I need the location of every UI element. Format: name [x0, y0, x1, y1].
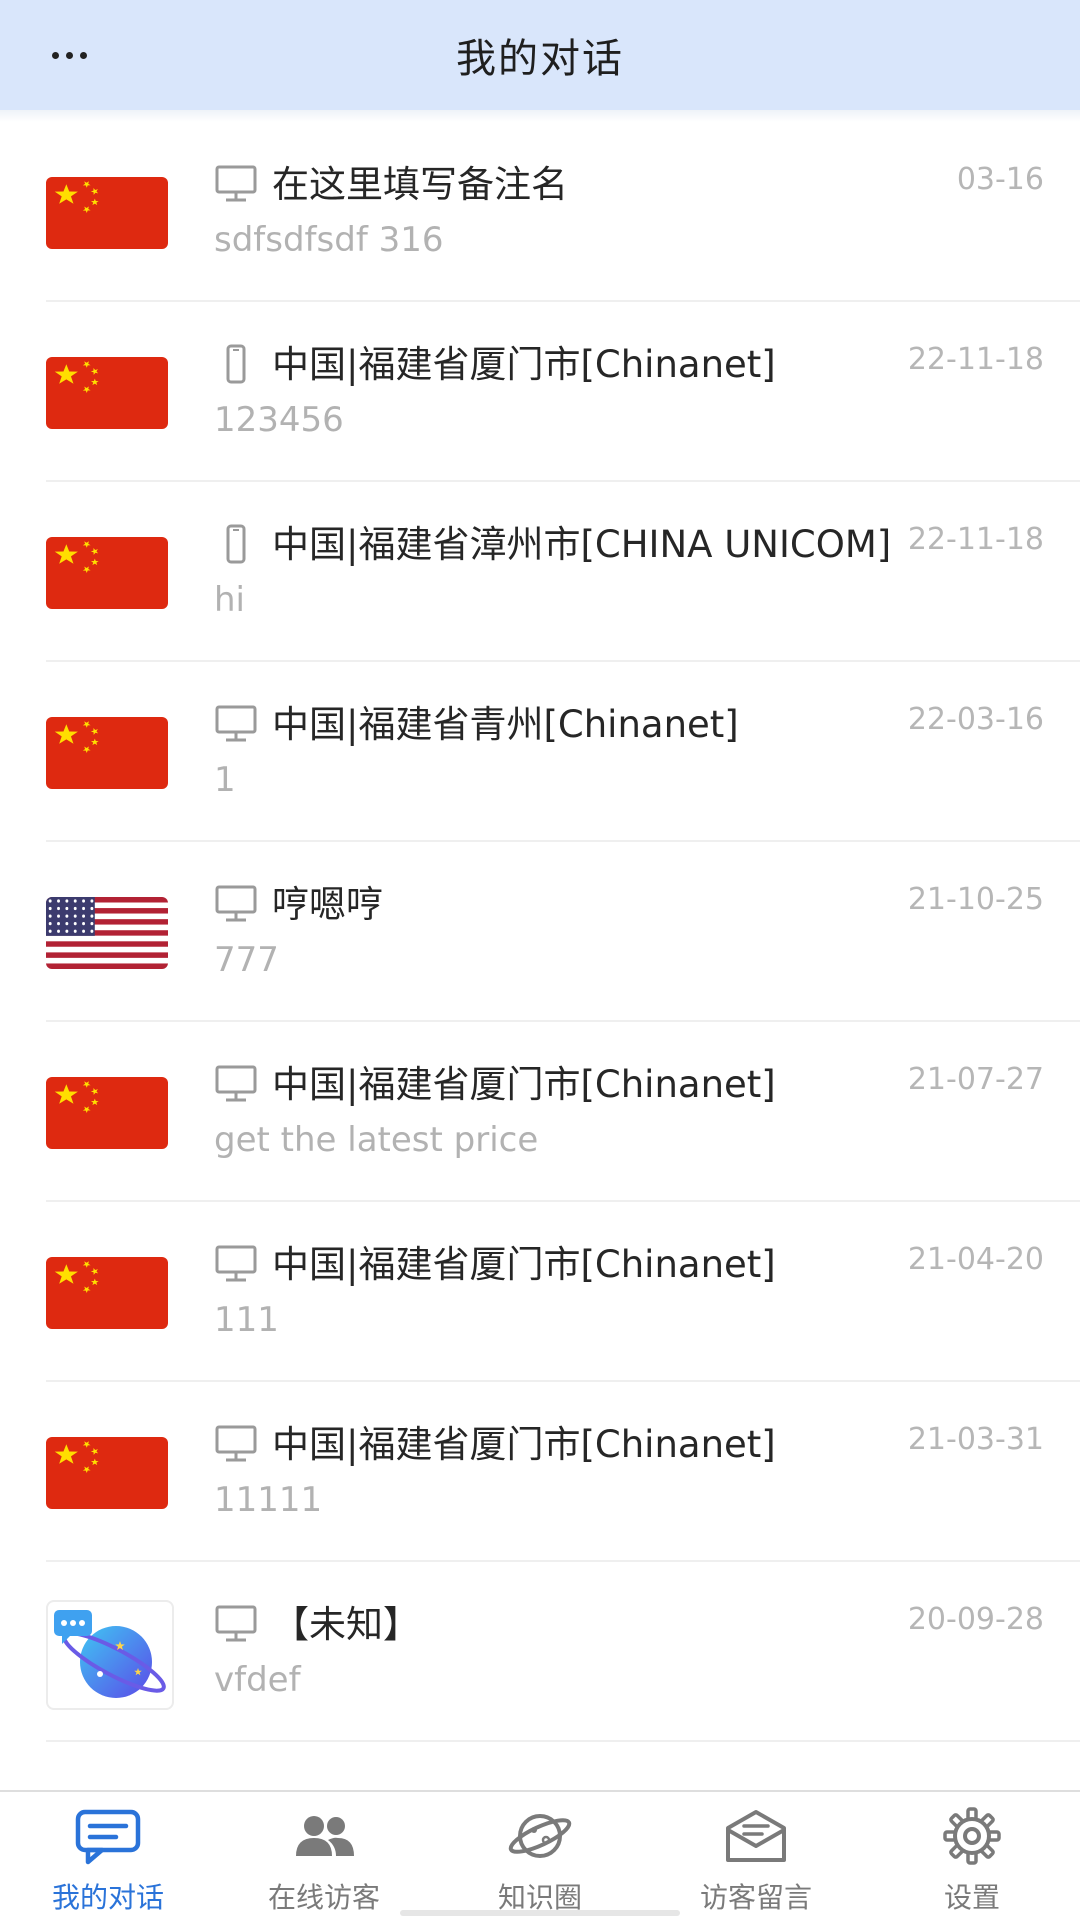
conversation-title: 中国|福建省厦门市[Chinanet]	[272, 1243, 776, 1286]
conversation-title: 中国|福建省厦门市[Chinanet]	[272, 1423, 776, 1466]
tab-gear[interactable]: 设置	[864, 1792, 1080, 1920]
tab-chat-bubble[interactable]: 我的对话	[0, 1792, 216, 1920]
users-icon	[288, 1806, 360, 1866]
bottom-tab-bar: 我的对话 在线访客 知识圈 访客留言 设置	[0, 1790, 1080, 1920]
header-bar: 我的对话	[0, 0, 1080, 110]
conversation-time: 20-09-28	[903, 1602, 1044, 1637]
mobile-phone-icon	[214, 524, 258, 564]
ellipsis-dot	[65, 51, 73, 59]
app-screen: 我的对话 在这里填写备注名 03-16 sdfsdfsdf 316 中国|福建省厦门…	[0, 0, 1080, 1920]
conversation-last-message: 1	[214, 760, 236, 800]
tab-envelope[interactable]: 访客留言	[648, 1792, 864, 1920]
gear-icon	[936, 1806, 1008, 1866]
conversation-last-message: 123456	[214, 400, 344, 440]
china-flag-icon	[46, 177, 168, 249]
desktop-monitor-icon	[214, 1604, 258, 1644]
conversation-time: 22-11-18	[903, 342, 1044, 377]
conversation-row[interactable]: 中国|福建省厦门市[Chinanet] 22-11-18 123456	[0, 302, 1080, 482]
desktop-monitor-icon	[214, 1064, 258, 1104]
china-flag-icon	[46, 1257, 168, 1329]
conversation-row[interactable]: 中国|福建省漳州市[CHINA UNICOM] 22-11-18 hi	[0, 482, 1080, 662]
home-indicator	[400, 1910, 680, 1916]
desktop-monitor-icon	[214, 1424, 258, 1464]
header-shadow	[0, 110, 1080, 122]
tab-planet[interactable]: 知识圈	[432, 1792, 648, 1920]
conversation-title: 中国|福建省漳州市[CHINA UNICOM]	[272, 523, 892, 566]
conversation-list[interactable]: 在这里填写备注名 03-16 sdfsdfsdf 316 中国|福建省厦门市[Chi…	[0, 122, 1080, 1790]
ellipsis-icon	[51, 51, 59, 59]
conversation-time: 03-16	[952, 162, 1044, 197]
desktop-monitor-icon	[214, 1244, 258, 1284]
app-logo-icon	[46, 1600, 174, 1710]
conversation-title: 中国|福建省青州[Chinanet]	[272, 703, 739, 746]
tab-label: 访客留言	[699, 1881, 812, 1914]
conversation-time: 21-03-31	[903, 1422, 1044, 1457]
conversation-time: 22-11-18	[903, 522, 1044, 557]
conversation-title: 【未知】	[272, 1603, 420, 1646]
conversation-time: 21-07-27	[903, 1062, 1044, 1097]
conversation-title: 哼嗯哼	[272, 883, 383, 926]
tab-label: 设置	[943, 1881, 1000, 1914]
conversation-time: 21-04-20	[903, 1242, 1044, 1277]
china-flag-icon	[46, 1437, 168, 1509]
conversation-row[interactable]: 【未知】 20-09-28 vfdef	[0, 1562, 1080, 1742]
conversation-time: 21-10-25	[903, 882, 1044, 917]
mobile-phone-icon	[214, 344, 258, 384]
china-flag-icon	[46, 1077, 168, 1149]
planet-icon	[504, 1806, 576, 1866]
conversation-row[interactable]: 在这里填写备注名 03-16 sdfsdfsdf 316	[0, 122, 1080, 302]
conversation-title: 中国|福建省厦门市[Chinanet]	[272, 1063, 776, 1106]
ellipsis-dot	[79, 51, 87, 59]
envelope-icon	[720, 1806, 792, 1866]
tab-label: 在线访客	[267, 1881, 380, 1914]
conversation-title: 在这里填写备注名	[272, 163, 568, 206]
chat-bubble-icon	[72, 1806, 144, 1866]
desktop-monitor-icon	[214, 164, 258, 204]
desktop-monitor-icon	[214, 704, 258, 744]
conversation-last-message: 11111	[214, 1480, 323, 1520]
conversation-last-message: get the latest price	[214, 1120, 539, 1160]
row-divider	[46, 1740, 1080, 1742]
conversation-row[interactable]: 中国|福建省厦门市[Chinanet] 21-07-27 get the lates…	[0, 1022, 1080, 1202]
china-flag-icon	[46, 717, 168, 789]
china-flag-icon	[46, 357, 168, 429]
usa-flag-icon	[46, 897, 168, 969]
conversation-last-message: hi	[214, 580, 245, 620]
conversation-last-message: sdfsdfsdf 316	[214, 220, 444, 260]
more-button[interactable]	[34, 0, 104, 110]
conversation-row[interactable]: 中国|福建省青州[Chinanet] 22-03-16 1	[0, 662, 1080, 842]
conversation-last-message: vfdef	[214, 1660, 301, 1700]
china-flag-icon	[46, 537, 168, 609]
conversation-row[interactable]: 中国|福建省厦门市[Chinanet] 21-03-31 11111	[0, 1382, 1080, 1562]
conversation-last-message: 111	[214, 1300, 279, 1340]
conversation-last-message: 777	[214, 940, 279, 980]
conversation-time: 22-03-16	[903, 702, 1044, 737]
conversation-row[interactable]: 中国|福建省厦门市[Chinanet] 21-04-20 111	[0, 1202, 1080, 1382]
desktop-monitor-icon	[214, 884, 258, 924]
conversation-row[interactable]: 哼嗯哼 21-10-25 777	[0, 842, 1080, 1022]
conversation-title: 中国|福建省厦门市[Chinanet]	[272, 343, 776, 386]
page-title: 我的对话	[456, 36, 624, 82]
tab-label: 我的对话	[51, 1881, 164, 1914]
tab-users[interactable]: 在线访客	[216, 1792, 432, 1920]
